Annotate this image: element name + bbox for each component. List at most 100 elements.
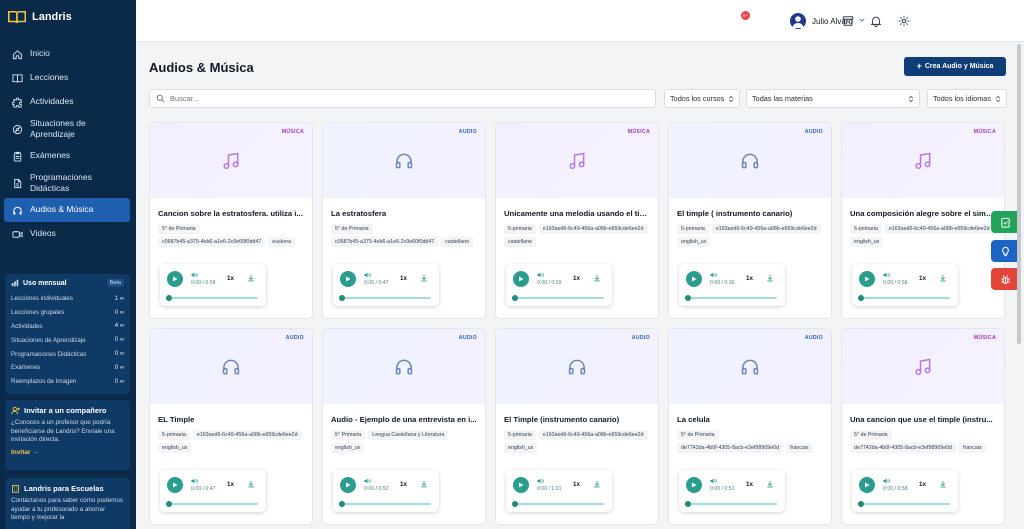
chevron-down-icon[interactable] — [858, 16, 866, 24]
tasks-tab[interactable] — [991, 211, 1019, 233]
volume-icon[interactable] — [710, 478, 717, 484]
playback-speed-button[interactable]: 1x — [400, 275, 407, 282]
progress-slider[interactable] — [858, 295, 950, 301]
card-chips: 5-primaria e163aed6-6c49-456a-a08b-e659cd… — [669, 224, 831, 247]
progress-knob[interactable] — [339, 501, 345, 507]
progress-slider[interactable] — [166, 501, 258, 507]
volume-icon[interactable] — [537, 272, 544, 278]
search-box[interactable] — [149, 89, 656, 108]
sidebar-item-lecciones[interactable]: Lecciones — [0, 66, 136, 90]
playback-speed-button[interactable]: 1x — [919, 481, 926, 488]
sidebar-item-programaciones-didácticas[interactable]: Programaciones Didácticas — [0, 168, 136, 198]
progress-knob[interactable] — [512, 295, 518, 301]
languages-select[interactable]: Todos los idiomas — [927, 89, 1007, 108]
progress-slider[interactable] — [339, 501, 431, 507]
download-icon[interactable] — [420, 480, 428, 488]
card-thumbnail: AUDIO — [323, 329, 485, 404]
volume-icon[interactable] — [883, 478, 890, 484]
volume-icon[interactable] — [364, 478, 371, 484]
progress-slider[interactable] — [166, 295, 258, 301]
avatar[interactable] — [790, 13, 806, 29]
sidebar-item-inicio[interactable]: Inicio — [0, 42, 136, 66]
audio-card[interactable]: AUDIO Audio - Ejemplo de una entrevista e… — [322, 328, 486, 525]
playback-speed-button[interactable]: 1x — [400, 481, 407, 488]
volume-icon[interactable] — [364, 272, 371, 278]
download-icon[interactable] — [420, 274, 428, 282]
volume-icon[interactable] — [537, 478, 544, 484]
report-bug-tab[interactable] — [991, 268, 1019, 290]
audio-card[interactable]: MÚSICA Cancion sobre la estratosfera. uti… — [149, 122, 313, 319]
volume-icon[interactable] — [191, 478, 198, 484]
playback-speed-button[interactable]: 1x — [573, 275, 580, 282]
play-button[interactable] — [686, 271, 702, 287]
volume-icon[interactable] — [191, 272, 198, 278]
create-audio-button[interactable]: + Crea Audio y Música — [904, 57, 1006, 76]
bell-icon[interactable] — [870, 15, 882, 27]
progress-knob[interactable] — [166, 501, 172, 507]
audio-card[interactable]: AUDIO La celula 5° de Primaria de7742da-4b0… — [668, 328, 832, 525]
progress-knob[interactable] — [685, 501, 691, 507]
download-icon[interactable] — [939, 274, 947, 282]
progress-knob[interactable] — [685, 295, 691, 301]
audio-card[interactable]: AUDIO El Timple (instrumento canario) 5-pr… — [495, 328, 659, 525]
audio-card[interactable]: MÚSICA Una cancion que use el timple (ins… — [841, 328, 1005, 525]
download-icon[interactable] — [766, 480, 774, 488]
play-button[interactable] — [859, 477, 875, 493]
gear-icon[interactable] — [898, 15, 910, 27]
play-button[interactable] — [513, 477, 529, 493]
download-icon[interactable] — [247, 274, 255, 282]
audio-card[interactable]: AUDIO El timple ( instrumento canario) 5-p… — [668, 122, 832, 319]
sidebar-item-actividades[interactable]: Actividades — [0, 90, 136, 114]
playback-speed-button[interactable]: 1x — [227, 275, 234, 282]
playback-speed-button[interactable]: 1x — [573, 481, 580, 488]
username[interactable]: Julio Alvaro — [812, 17, 853, 26]
audio-card[interactable]: MÚSICA Unicamente una melodia usando el t… — [495, 122, 659, 319]
play-button[interactable] — [167, 477, 183, 493]
progress-knob[interactable] — [166, 295, 172, 301]
volume-icon[interactable] — [883, 272, 890, 278]
progress-slider[interactable] — [339, 295, 431, 301]
download-icon[interactable] — [593, 480, 601, 488]
playback-speed-button[interactable]: 1x — [746, 275, 753, 282]
progress-slider[interactable] — [512, 501, 604, 507]
audio-card[interactable]: AUDIO EL Timple 5-primaria e163aed6-6c49-45… — [149, 328, 313, 525]
courses-select[interactable]: Todos los cursos — [664, 89, 740, 108]
volume-icon[interactable] — [710, 272, 717, 278]
play-button[interactable] — [340, 271, 356, 287]
audio-card[interactable]: MÚSICA Una composición alegre sobre el si… — [841, 122, 1005, 319]
ideas-tab[interactable] — [991, 240, 1019, 262]
sidebar-item-videos[interactable]: Videos — [0, 222, 136, 246]
progress-knob[interactable] — [339, 295, 345, 301]
sidebar-item-situaciones-de-aprendizaje[interactable]: Situaciones de Aprendizaje — [0, 114, 136, 144]
progress-knob[interactable] — [858, 501, 864, 507]
download-icon[interactable] — [247, 480, 255, 488]
play-icon — [346, 482, 351, 488]
usage-label: Programaciones Didácticas — [11, 350, 87, 358]
play-button[interactable] — [686, 477, 702, 493]
progress-slider[interactable] — [685, 295, 777, 301]
scrollbar[interactable] — [1017, 44, 1021, 344]
playback-speed-button[interactable]: 1x — [746, 481, 753, 488]
brand[interactable]: Landris — [0, 0, 136, 34]
playback-speed-button[interactable]: 1x — [227, 481, 234, 488]
sidebar-item-audios-música[interactable]: Audios & Música — [4, 198, 130, 222]
subjects-select[interactable]: Todas las materias — [746, 89, 920, 108]
play-button[interactable] — [167, 271, 183, 287]
audio-card[interactable]: AUDIO La estratosfera 5° de Primaria c0687b… — [322, 122, 486, 319]
play-button[interactable] — [859, 271, 875, 287]
play-button[interactable] — [340, 477, 356, 493]
sidebar-item-exámenes[interactable]: Exámenes — [0, 144, 136, 168]
search-input[interactable] — [170, 94, 640, 103]
playback-speed-button[interactable]: 1x — [919, 275, 926, 282]
progress-knob[interactable] — [858, 295, 864, 301]
clipboard-icon — [13, 151, 22, 162]
progress-slider[interactable] — [685, 501, 777, 507]
progress-knob[interactable] — [512, 501, 518, 507]
progress-slider[interactable] — [858, 501, 950, 507]
download-icon[interactable] — [939, 480, 947, 488]
play-button[interactable] — [513, 271, 529, 287]
download-icon[interactable] — [766, 274, 774, 282]
progress-slider[interactable] — [512, 295, 604, 301]
download-icon[interactable] — [593, 274, 601, 282]
invite-link[interactable]: Invitar → — [11, 449, 124, 456]
